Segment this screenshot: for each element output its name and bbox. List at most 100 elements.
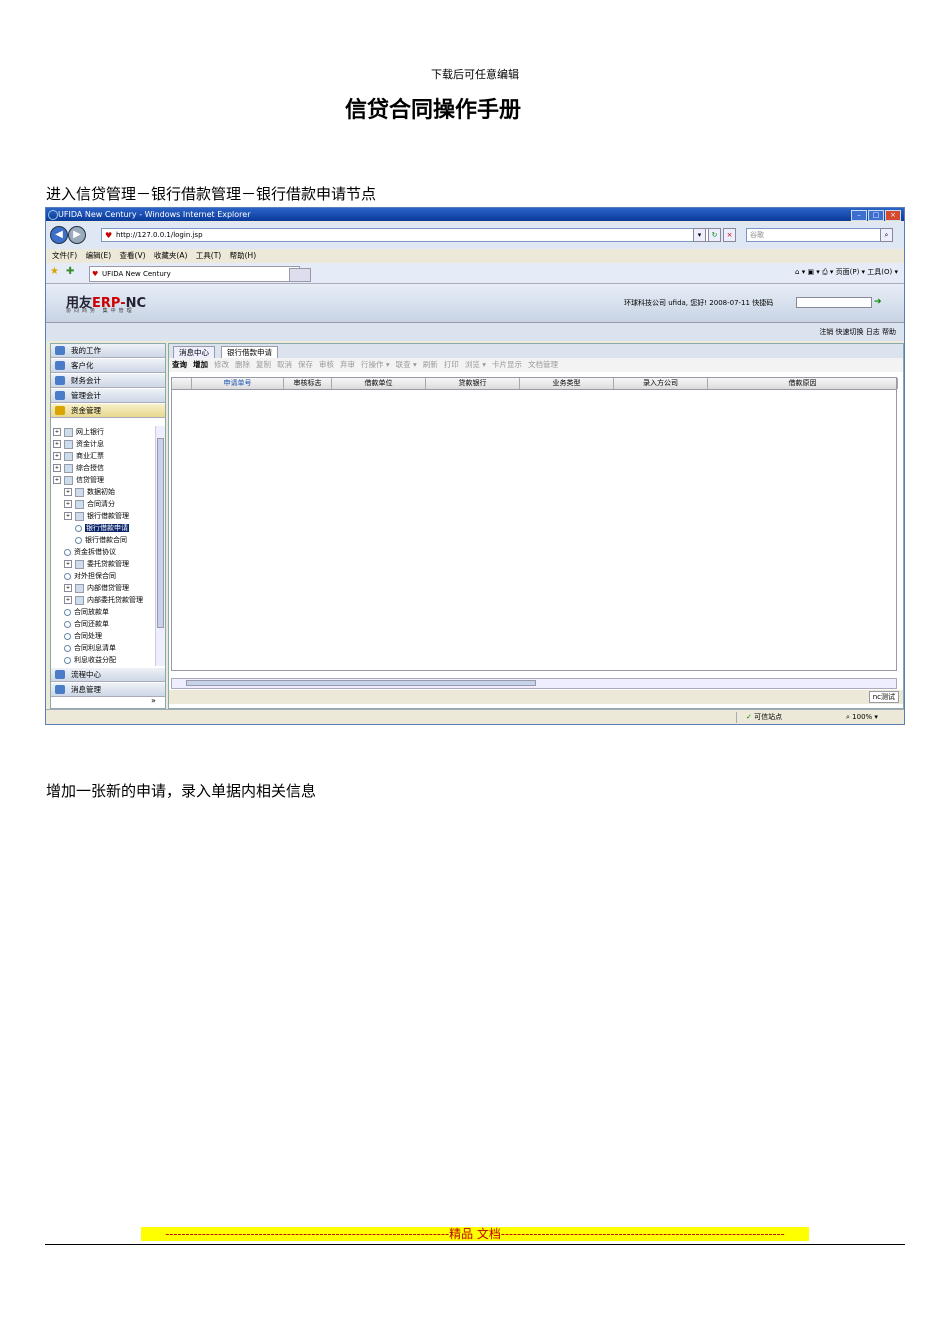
command-bar[interactable]: ⌂ ▾ ▣ ▾ ⎙ ▾ 页面(P) ▾ 工具(O) ▾ xyxy=(795,267,898,277)
tree-node[interactable]: + 委托贷款管理 xyxy=(64,558,129,570)
zoom-level[interactable]: ⌕ 100% ▾ xyxy=(846,710,878,724)
tab-message-center[interactable]: 消息中心 xyxy=(173,346,215,358)
tree-node[interactable]: + 信贷管理 xyxy=(53,474,104,486)
search-input[interactable]: 谷歌 xyxy=(746,228,881,242)
toolbar-button-disabled[interactable]: 修改 xyxy=(214,360,229,369)
nav-message-management[interactable]: 消息管理 xyxy=(51,683,165,697)
column-header[interactable]: 录入方公司 xyxy=(614,378,708,389)
nav-management-accounting[interactable]: 管理会计 xyxy=(51,389,165,403)
expand-icon[interactable]: + xyxy=(64,560,72,568)
tree-node[interactable]: + 合同清分 xyxy=(64,498,115,510)
nav-finance[interactable]: 财务会计 xyxy=(51,374,165,388)
minimize-icon[interactable]: – xyxy=(851,210,867,221)
close-icon[interactable]: × xyxy=(885,210,901,221)
expand-icon[interactable]: + xyxy=(53,428,61,436)
refresh-icon[interactable]: ↻ xyxy=(708,228,721,242)
scroll-thumb[interactable] xyxy=(157,438,164,628)
tree-node[interactable]: 合同还款单 xyxy=(64,618,109,630)
back-icon[interactable]: ◀ xyxy=(50,226,68,244)
toolbar-button-disabled[interactable]: 文档管理 xyxy=(528,360,558,369)
expand-icon[interactable]: + xyxy=(64,584,72,592)
forward-icon[interactable]: ▶ xyxy=(68,226,86,244)
stop-icon[interactable]: × xyxy=(723,228,736,242)
tree-node[interactable]: 合同放款单 xyxy=(64,606,109,618)
search-icon[interactable]: ⌕ xyxy=(880,228,893,242)
hscroll-thumb[interactable] xyxy=(186,680,536,686)
expand-icon[interactable]: + xyxy=(64,488,72,496)
toolbar-button-disabled[interactable]: 行操作 ▾ xyxy=(361,360,390,369)
menu-tools[interactable]: 工具(T) xyxy=(196,251,221,260)
horizontal-scrollbar[interactable] xyxy=(171,678,897,689)
menu-help[interactable]: 帮助(H) xyxy=(230,251,257,260)
tree-node[interactable]: 合同处理 xyxy=(64,630,102,642)
toolbar-button-disabled[interactable]: 浏览 ▾ xyxy=(465,360,486,369)
toolbar-button-disabled[interactable]: 联查 ▾ xyxy=(396,360,417,369)
column-header[interactable]: 业务类型 xyxy=(520,378,614,389)
tree-node[interactable]: 银行借款合同 xyxy=(75,534,127,546)
expand-icon[interactable]: + xyxy=(53,452,61,460)
toolbar-button[interactable]: 查询 xyxy=(172,360,187,369)
tree-node[interactable]: 利息收益分配 xyxy=(64,654,116,666)
column-header[interactable]: 审核标志 xyxy=(284,378,332,389)
tree-node[interactable]: + 网上银行 xyxy=(53,426,104,438)
feeds-icon[interactable]: ▣ ▾ xyxy=(807,268,819,276)
menu-favorites[interactable]: 收藏夹(A) xyxy=(154,251,187,260)
tab-bank-loan-application[interactable]: 银行借款申请 xyxy=(221,346,278,358)
tree-node[interactable]: + 内部委托贷款管理 xyxy=(64,594,143,606)
tree-node[interactable]: + 数据初始 xyxy=(64,486,115,498)
column-header[interactable]: 申请单号 xyxy=(192,378,284,389)
toolbar-button-disabled[interactable]: 取消 xyxy=(277,360,292,369)
toolbar-button-disabled[interactable]: 保存 xyxy=(298,360,313,369)
command-bar-text[interactable]: 页面(P) ▾ 工具(O) ▾ xyxy=(836,268,898,276)
toolbar-button-disabled[interactable]: 打印 xyxy=(444,360,459,369)
menu-edit[interactable]: 编辑(E) xyxy=(86,251,112,260)
column-header[interactable]: 借款单位 xyxy=(332,378,426,389)
grid-header: 申请单号 审核标志 借款单位 贷款银行 业务类型 录入方公司 借款原因 xyxy=(172,378,898,390)
column-header[interactable]: 借款原因 xyxy=(708,378,898,389)
tree-node[interactable]: 银行借款申请 xyxy=(75,522,129,534)
quick-code-input[interactable] xyxy=(796,297,872,308)
tree-node[interactable]: 对外担保合同 xyxy=(64,570,116,582)
tree-node[interactable]: + 综合授信 xyxy=(53,462,104,474)
menu-view[interactable]: 查看(V) xyxy=(120,251,146,260)
tree-node[interactable]: + 商业汇票 xyxy=(53,450,104,462)
nav-customize[interactable]: 客户化 xyxy=(51,359,165,373)
toolbar-button-disabled[interactable]: 卡片显示 xyxy=(492,360,522,369)
maximize-icon[interactable]: □ xyxy=(868,210,884,221)
add-favorite-icon[interactable]: ✚ xyxy=(66,266,74,277)
toolbar-button-disabled[interactable]: 复制 xyxy=(256,360,271,369)
browser-tab[interactable]: ♥ UFIDA New Century xyxy=(89,266,300,282)
tree-node[interactable]: + 内部借贷管理 xyxy=(64,582,129,594)
menu-file[interactable]: 文件(F) xyxy=(52,251,77,260)
url-dropdown-icon[interactable]: ▾ xyxy=(693,228,706,242)
nav-process-center[interactable]: 流程中心 xyxy=(51,668,165,682)
tree-node[interactable]: + 资金计息 xyxy=(53,438,104,450)
tree-node[interactable]: + 银行借款管理 xyxy=(64,510,129,522)
status-divider xyxy=(736,712,737,723)
collapse-icon[interactable]: » xyxy=(151,696,156,705)
url-input[interactable]: ♥ http://127.0.0.1/login.jsp xyxy=(101,228,721,242)
home-icon[interactable]: ⌂ ▾ xyxy=(795,268,805,276)
tree-node[interactable]: 资金拆借协议 xyxy=(64,546,116,558)
toolbar-button-disabled[interactable]: 弃审 xyxy=(340,360,355,369)
expand-icon[interactable]: + xyxy=(53,476,61,484)
expand-icon[interactable]: + xyxy=(64,500,72,508)
expand-icon[interactable]: + xyxy=(53,440,61,448)
toolbar-button-disabled[interactable]: 刷新 xyxy=(423,360,438,369)
new-tab-button[interactable] xyxy=(289,268,311,282)
tree-node[interactable]: 合同利息清单 xyxy=(64,642,116,654)
toolstrip-links[interactable]: 注销 快速切换 日志 帮助 xyxy=(819,323,896,341)
toolbar-button-disabled[interactable]: 审核 xyxy=(319,360,334,369)
toolbar-button[interactable]: 增加 xyxy=(193,360,208,369)
expand-icon[interactable]: + xyxy=(53,464,61,472)
expand-icon[interactable]: + xyxy=(64,596,72,604)
go-arrow-icon[interactable]: ➔ xyxy=(874,297,882,307)
nav-fund-management[interactable]: 资金管理 xyxy=(51,404,165,418)
nav-my-work[interactable]: 我的工作 xyxy=(51,344,165,358)
toolbar-button-disabled[interactable]: 删除 xyxy=(235,360,250,369)
tree-scrollbar[interactable] xyxy=(155,426,165,666)
expand-icon[interactable]: + xyxy=(64,512,72,520)
favorites-star-icon[interactable]: ★ xyxy=(50,266,59,277)
print-icon[interactable]: ⎙ ▾ xyxy=(822,268,833,276)
column-header[interactable]: 贷款银行 xyxy=(426,378,520,389)
